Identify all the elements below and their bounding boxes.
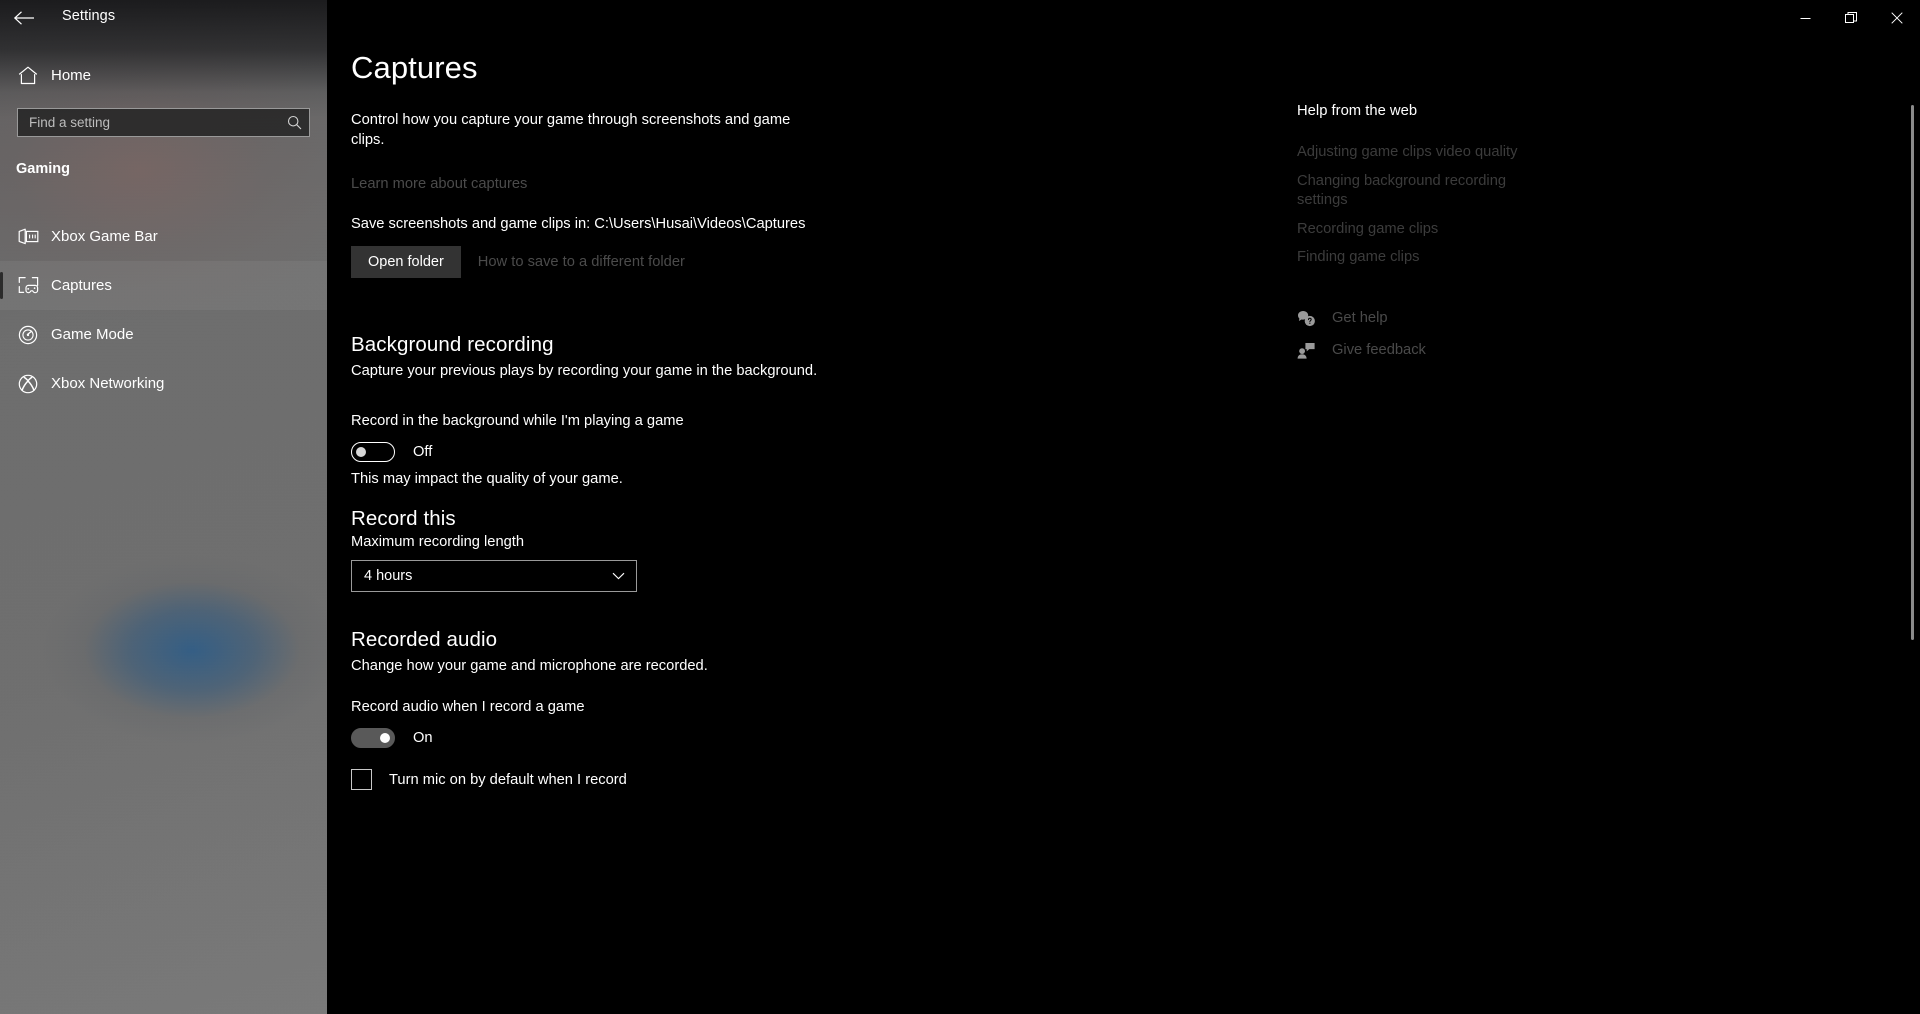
help-bubble-icon (1297, 310, 1321, 327)
help-actions: Get help Give feedback (1297, 302, 1557, 366)
get-help-action[interactable]: Get help (1297, 302, 1557, 334)
page-title: Captures (351, 50, 478, 85)
get-help-label: Get help (1332, 310, 1388, 326)
window-controls (1782, 0, 1920, 36)
game-mode-icon (8, 325, 48, 345)
back-arrow-icon (13, 11, 34, 25)
sidebar-item-home[interactable]: Home (0, 60, 327, 90)
different-folder-link[interactable]: How to save to a different folder (478, 254, 685, 270)
sidebar-nav-list: Xbox Game Bar Captures Game Mode Xbox Ne… (0, 212, 327, 408)
record-audio-toggle-state: On (413, 730, 433, 746)
record-audio-toggle-label: Record audio when I record a game (351, 699, 585, 715)
help-panel-title: Help from the web (1297, 103, 1418, 119)
section-subtext: Capture your previous plays by recording… (351, 363, 818, 379)
help-link[interactable]: Recording game clips (1297, 220, 1557, 240)
turn-mic-on-checkbox-row[interactable]: Turn mic on by default when I record (351, 769, 627, 790)
title-bar: Settings (0, 0, 1920, 36)
back-button[interactable] (0, 0, 48, 36)
record-audio-toggle-row: On (351, 728, 433, 748)
turn-mic-on-label: Turn mic on by default when I record (389, 771, 627, 788)
toggle-knob (380, 733, 390, 743)
settings-window: Settings Home Find a setting Gaming Xbox… (0, 0, 1920, 1014)
dropdown-selected-value: 4 hours (364, 568, 413, 584)
background-recording-section: Background recording Capture your previo… (351, 333, 817, 379)
section-heading: Recorded audio (351, 628, 498, 651)
window-title: Settings (62, 8, 116, 24)
restore-icon (1845, 12, 1857, 23)
main-content: Captures Control how you capture your ga… (327, 0, 1920, 1014)
sidebar-item-game-mode[interactable]: Game Mode (0, 310, 327, 359)
close-button[interactable] (1874, 0, 1920, 36)
background-recording-note: This may impact the quality of your game… (351, 471, 623, 487)
recorded-audio-section: Recorded audio Change how your game and … (351, 628, 708, 674)
game-bar-icon (8, 227, 48, 246)
give-feedback-action[interactable]: Give feedback (1297, 334, 1557, 366)
chevron-down-icon (612, 567, 625, 585)
captures-icon (8, 276, 48, 295)
sidebar: Home Gaming (0, 0, 327, 1014)
sidebar-item-label: Xbox Networking (51, 375, 165, 392)
record-this-section: Record this (351, 507, 456, 531)
background-recording-toggle[interactable] (351, 442, 395, 462)
max-recording-length-dropdown[interactable]: 4 hours (351, 560, 637, 592)
close-icon (1891, 12, 1903, 24)
sidebar-home-label: Home (51, 66, 92, 84)
background-recording-toggle-state: Off (413, 444, 433, 460)
sidebar-item-xbox-game-bar[interactable]: Xbox Game Bar (0, 212, 327, 261)
help-link[interactable]: Adjusting game clips video quality (1297, 143, 1557, 163)
search-box[interactable] (17, 108, 310, 137)
open-folder-button[interactable]: Open folder (351, 246, 461, 278)
selected-indicator (0, 272, 3, 299)
section-heading: Record this (351, 507, 456, 530)
home-icon (8, 66, 48, 85)
sidebar-item-xbox-networking[interactable]: Xbox Networking (0, 359, 327, 408)
scrollbar-thumb[interactable] (1911, 105, 1914, 640)
sidebar-item-label: Captures (51, 277, 112, 294)
minimize-icon (1800, 17, 1810, 19)
search-input[interactable] (18, 115, 279, 130)
give-feedback-label: Give feedback (1332, 342, 1426, 358)
page-description: Control how you capture your game throug… (351, 112, 791, 148)
xbox-icon (8, 374, 48, 394)
search-icon[interactable] (279, 109, 309, 136)
background-recording-toggle-row: Off (351, 442, 432, 462)
sidebar-item-label: Game Mode (51, 326, 134, 343)
learn-more-link[interactable]: Learn more about captures (351, 176, 527, 192)
help-panel: Help from the web Adjusting game clips v… (1297, 103, 1557, 277)
max-recording-length-label: Maximum recording length (351, 534, 525, 550)
sidebar-item-label: Xbox Game Bar (51, 228, 158, 245)
background-recording-toggle-label: Record in the background while I'm playi… (351, 413, 684, 429)
help-link[interactable]: Changing background recording settings (1297, 172, 1557, 211)
feedback-person-icon (1297, 342, 1321, 359)
record-audio-toggle[interactable] (351, 728, 395, 748)
vertical-scrollbar[interactable] (1906, 36, 1920, 1014)
restore-button[interactable] (1828, 0, 1874, 36)
sidebar-category-label: Gaming (16, 161, 70, 177)
turn-mic-on-checkbox[interactable] (351, 769, 372, 790)
sidebar-item-captures[interactable]: Captures (0, 261, 327, 310)
minimize-button[interactable] (1782, 0, 1828, 36)
section-heading: Background recording (351, 333, 554, 356)
section-subtext: Change how your game and microphone are … (351, 658, 708, 674)
toggle-knob (356, 447, 366, 457)
help-link[interactable]: Finding game clips (1297, 248, 1557, 268)
folder-actions-row: Open folder How to save to a different f… (351, 246, 685, 278)
save-location-text: Save screenshots and game clips in: C:\U… (351, 216, 806, 232)
